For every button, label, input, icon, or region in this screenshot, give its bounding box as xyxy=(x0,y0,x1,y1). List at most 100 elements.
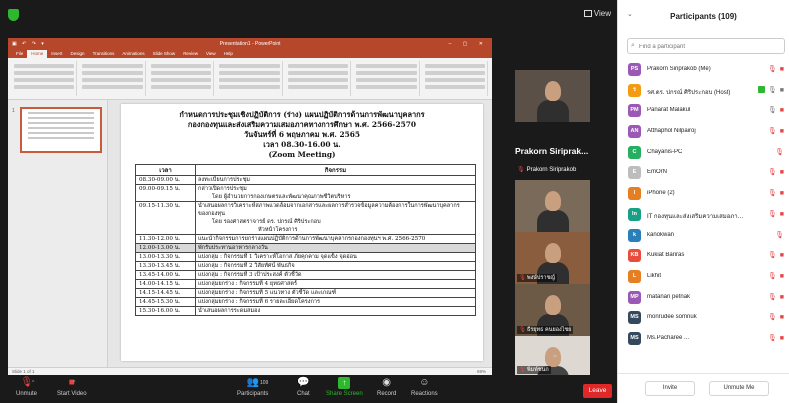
participant-row[interactable]: k kanokwan 🎙 xyxy=(618,226,789,247)
ppt-tab[interactable]: Animations xyxy=(118,50,148,58)
participant-status-icons: 🎙 ■ xyxy=(768,189,784,197)
unmute-button[interactable]: 🎙 ^ Unmute xyxy=(16,377,37,397)
reactions-label: Reactions xyxy=(411,391,438,397)
unmute-me-button[interactable]: Unmute Me xyxy=(709,381,769,396)
video-tile[interactable] xyxy=(515,180,590,232)
ppt-tab[interactable]: Home xyxy=(27,50,48,58)
avatar: MP xyxy=(628,290,641,304)
camera-off-icon: ■ xyxy=(779,210,784,218)
video-strip: 🎙พงษ์ปราชญ์ 🎙ธีรยุทธ คนยองไชย 🎙พิมพ์ชนก xyxy=(515,70,590,376)
video-tile-name-text: พิมพ์ชนก xyxy=(526,367,549,373)
schedule-time: 15.30-16.00 น. xyxy=(135,306,196,316)
schedule-activity: แบ่งกลุ่ม : กิจกรรมที่ 2 วิสัยทัศน์ พันธ… xyxy=(195,261,476,271)
record-button[interactable]: ◉ Record xyxy=(377,377,396,397)
mic-off-icon: 🎙 xyxy=(767,293,777,301)
table-row: 14.15-14.45 น. แบ่งกลุ่มยกร่าง : กิจกรรมท… xyxy=(135,288,476,298)
participant-status-icons: 🎙 ■ xyxy=(768,272,784,280)
start-video-button[interactable]: ■ ^ Start Video xyxy=(57,377,87,397)
schedule-time: 09.00-09.15 น. xyxy=(135,184,196,202)
video-tile-name-text: พงษ์ปราชญ์ xyxy=(526,275,555,281)
avatar: MS xyxy=(628,311,641,325)
chevron-down-icon[interactable]: ⌄ xyxy=(548,350,562,359)
participant-status-icons: 🎙 ■ xyxy=(768,65,784,73)
ppt-tab[interactable]: Review xyxy=(179,50,202,58)
share-screen-button[interactable]: ↑ Share Screen xyxy=(326,377,363,397)
activity-line: แบ่งกลุ่มยกร่าง : กิจกรรมที่ 5 แนวทาง ตั… xyxy=(198,290,337,296)
participant-row[interactable]: MP matanan petnak 🎙 ■ xyxy=(618,288,789,309)
reactions-icon: ☺ xyxy=(419,377,430,388)
schedule-time: 08.30-09.00 น. xyxy=(135,175,196,185)
video-tile[interactable] xyxy=(515,70,590,122)
ppt-ribbon xyxy=(8,58,492,100)
avatar: I xyxy=(628,187,641,201)
mic-off-icon: 🎙 xyxy=(767,272,777,280)
active-speaker-name: Prakorn Siriprak... xyxy=(515,146,589,156)
invite-button[interactable]: Invite xyxy=(645,381,695,396)
participant-name: iPhone (2) xyxy=(647,190,675,197)
participant-status-icons: 🎙 xyxy=(775,231,784,239)
participant-row[interactable]: L Likhit 🎙 ■ xyxy=(618,267,789,288)
avatar: In xyxy=(628,207,641,221)
participant-row[interactable]: E EmOrN 🎙 ■ xyxy=(618,163,789,184)
chat-button[interactable]: 💬 Chat xyxy=(297,377,310,397)
participant-name: Panarat Malakul xyxy=(647,107,691,114)
caret-up-icon[interactable]: ^ xyxy=(73,380,75,386)
avatar: PS xyxy=(628,63,641,76)
person-head xyxy=(545,295,561,315)
slide-thumbnail[interactable] xyxy=(20,107,102,153)
search-input[interactable] xyxy=(639,41,779,52)
ppt-tab[interactable]: Design xyxy=(67,50,89,58)
participant-name: kanokwan xyxy=(647,231,675,238)
mic-off-icon: 🎙 xyxy=(767,169,777,177)
record-icon: ◉ xyxy=(382,377,392,388)
schedule-time: 13.00-13.30 น. xyxy=(135,252,196,262)
ppt-tab[interactable]: Insert xyxy=(47,50,66,58)
person-head xyxy=(545,81,561,101)
slide-title-line: เวลา 08.30-16.00 น. xyxy=(263,140,341,149)
slide-heading: กำหนดการประชุมเชิงปฏิบัติการ (ร่าง) แผนป… xyxy=(121,104,483,160)
person-head xyxy=(545,191,561,211)
camera-off-icon: ■ xyxy=(68,377,75,388)
participant-status-icons: 🎙 ■ xyxy=(757,86,784,94)
participant-row[interactable]: PM Panarat Malakul 🎙 ■ xyxy=(618,101,789,122)
participant-search: ⌕ xyxy=(627,38,785,54)
participant-row[interactable]: MS monrudee somnuk 🎙 ■ xyxy=(618,308,789,329)
avatar: L xyxy=(628,269,641,283)
slide-thumbnail-panel: 1 xyxy=(8,100,108,367)
participant-row[interactable]: KB Kukiat Bariras 🎙 ■ xyxy=(618,246,789,267)
schedule-time: 11.30-12.00 น. xyxy=(135,234,196,244)
view-button[interactable]: View xyxy=(583,9,611,18)
ppt-tab[interactable]: Slide Show xyxy=(149,50,180,58)
participant-row[interactable]: C Chayanis-PC 🎙 xyxy=(618,143,789,164)
mic-icon: 🎙 xyxy=(767,86,777,94)
caret-up-icon[interactable]: ^ xyxy=(32,380,34,386)
participant-status-icons: 🎙 ■ xyxy=(768,210,784,218)
schedule-activity: แนะนำกิจกรรมการยกร่างแผนปฏิบัติการด้านกา… xyxy=(195,234,476,244)
mic-off-icon: 🎙 xyxy=(519,367,526,373)
schedule-activity: แบ่งกลุ่ม : กิจกรรมที่ 1 วิเคราะห์โอกาส … xyxy=(195,252,476,262)
slide-canvas: กำหนดการประชุมเชิงปฏิบัติการ (ร่าง) แผนป… xyxy=(121,104,483,361)
ppt-tab[interactable]: Help xyxy=(220,50,237,58)
person-body xyxy=(537,210,569,232)
participant-row[interactable]: PS Prakorn Siriprakob (Me) 🎙 ■ xyxy=(618,60,789,81)
table-row: 11.30-12.00 น. แนะนำกิจกรรมการยกร่างแผนปฏ… xyxy=(135,234,476,244)
participant-status-icons: 🎙 ■ xyxy=(768,334,784,342)
ppt-tab[interactable]: Transitions xyxy=(89,50,119,58)
ppt-tab[interactable]: File xyxy=(12,50,27,58)
participant-row[interactable]: In IT กองทุนและส่งเสริมความเสมอภาคทางการศ… xyxy=(618,205,789,226)
reactions-button[interactable]: ☺ Reactions xyxy=(411,377,438,397)
video-tile[interactable]: 🎙พงษ์ปราชญ์ xyxy=(515,232,590,284)
camera-off-icon: ■ xyxy=(779,252,784,260)
schedule-time: 12.00-13.00 น. xyxy=(135,243,196,253)
participant-row[interactable]: ร รศ.ดร. ปกรณ์ ศิริประกอบ (Host) 🎙 ■ xyxy=(618,81,789,102)
mic-off-icon: 🎙 xyxy=(767,252,777,260)
leave-button[interactable]: Leave xyxy=(583,384,612,398)
participant-row[interactable]: MS Ms.Pacharee ... 🎙 ■ xyxy=(618,329,789,350)
ppt-tab[interactable]: View xyxy=(202,50,220,58)
zoom-level[interactable]: 69% xyxy=(477,368,486,375)
mic-off-icon: 🎙 xyxy=(767,210,777,218)
participant-row[interactable]: AN Atthaphol Nilpairoj 🎙 ■ xyxy=(618,122,789,143)
video-tile[interactable]: 🎙ธีรยุทธ คนยองไชย xyxy=(515,284,590,336)
security-shield-icon[interactable] xyxy=(8,9,19,21)
participant-row[interactable]: IiPhone (2) 🎙 ■ xyxy=(618,184,789,205)
